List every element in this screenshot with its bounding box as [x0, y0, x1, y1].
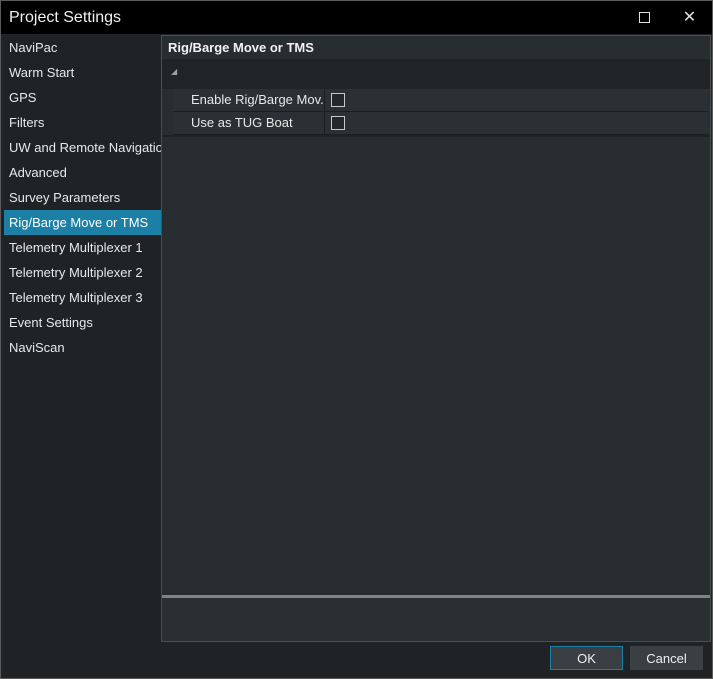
- sidebar-item-naviscan[interactable]: NaviScan: [4, 335, 161, 360]
- close-icon: ✕: [682, 8, 697, 26]
- property-row-enable-rig-barge: Enable Rig/Barge Mov...: [173, 89, 708, 112]
- settings-panel: Rig/Barge Move or TMS ◢ Enable Rig/Barge…: [161, 35, 711, 642]
- project-settings-window: Project Settings ✕ NaviPac Warm Start GP…: [0, 0, 713, 679]
- collapse-triangle-icon[interactable]: ◢: [171, 67, 177, 76]
- sidebar-item-warm-start[interactable]: Warm Start: [4, 60, 161, 85]
- sidebar-item-rig-barge-move[interactable]: Rig/Barge Move or TMS: [4, 210, 161, 235]
- sidebar-item-advanced[interactable]: Advanced: [4, 160, 161, 185]
- cancel-button[interactable]: Cancel: [630, 646, 703, 670]
- property-label: Use as TUG Boat: [173, 112, 325, 134]
- enable-rig-barge-checkbox[interactable]: [331, 93, 345, 107]
- title-bar: Project Settings ✕: [1, 1, 712, 34]
- panel-title: Rig/Barge Move or TMS: [162, 36, 710, 59]
- description-area: [162, 598, 710, 641]
- property-label: Enable Rig/Barge Mov...: [173, 89, 325, 111]
- property-value: [325, 112, 708, 134]
- sidebar-item-navipac[interactable]: NaviPac: [4, 35, 161, 60]
- sidebar-item-filters[interactable]: Filters: [4, 110, 161, 135]
- sidebar-item-gps[interactable]: GPS: [4, 85, 161, 110]
- property-row-tug-boat: Use as TUG Boat: [173, 112, 708, 135]
- sidebar-item-event-settings[interactable]: Event Settings: [4, 310, 161, 335]
- maximize-button[interactable]: [622, 1, 667, 34]
- sidebar-item-telemetry-multiplexer-2[interactable]: Telemetry Multiplexer 2: [4, 260, 161, 285]
- close-button[interactable]: ✕: [667, 1, 712, 34]
- use-as-tug-boat-checkbox[interactable]: [331, 116, 345, 130]
- window-title: Project Settings: [9, 8, 122, 26]
- property-group-header[interactable]: ◢: [162, 59, 710, 89]
- sidebar-item-telemetry-multiplexer-1[interactable]: Telemetry Multiplexer 1: [4, 235, 161, 260]
- property-value: [325, 89, 708, 111]
- property-grid-bottom: [162, 135, 710, 137]
- sidebar-item-telemetry-multiplexer-3[interactable]: Telemetry Multiplexer 3: [4, 285, 161, 310]
- ok-button[interactable]: OK: [550, 646, 623, 670]
- sidebar-item-survey-parameters[interactable]: Survey Parameters: [4, 185, 161, 210]
- sidebar-item-uw-remote-navigation[interactable]: UW and Remote Navigation: [4, 135, 161, 160]
- settings-sidebar: NaviPac Warm Start GPS Filters UW and Re…: [4, 35, 161, 365]
- maximize-icon: [639, 12, 650, 23]
